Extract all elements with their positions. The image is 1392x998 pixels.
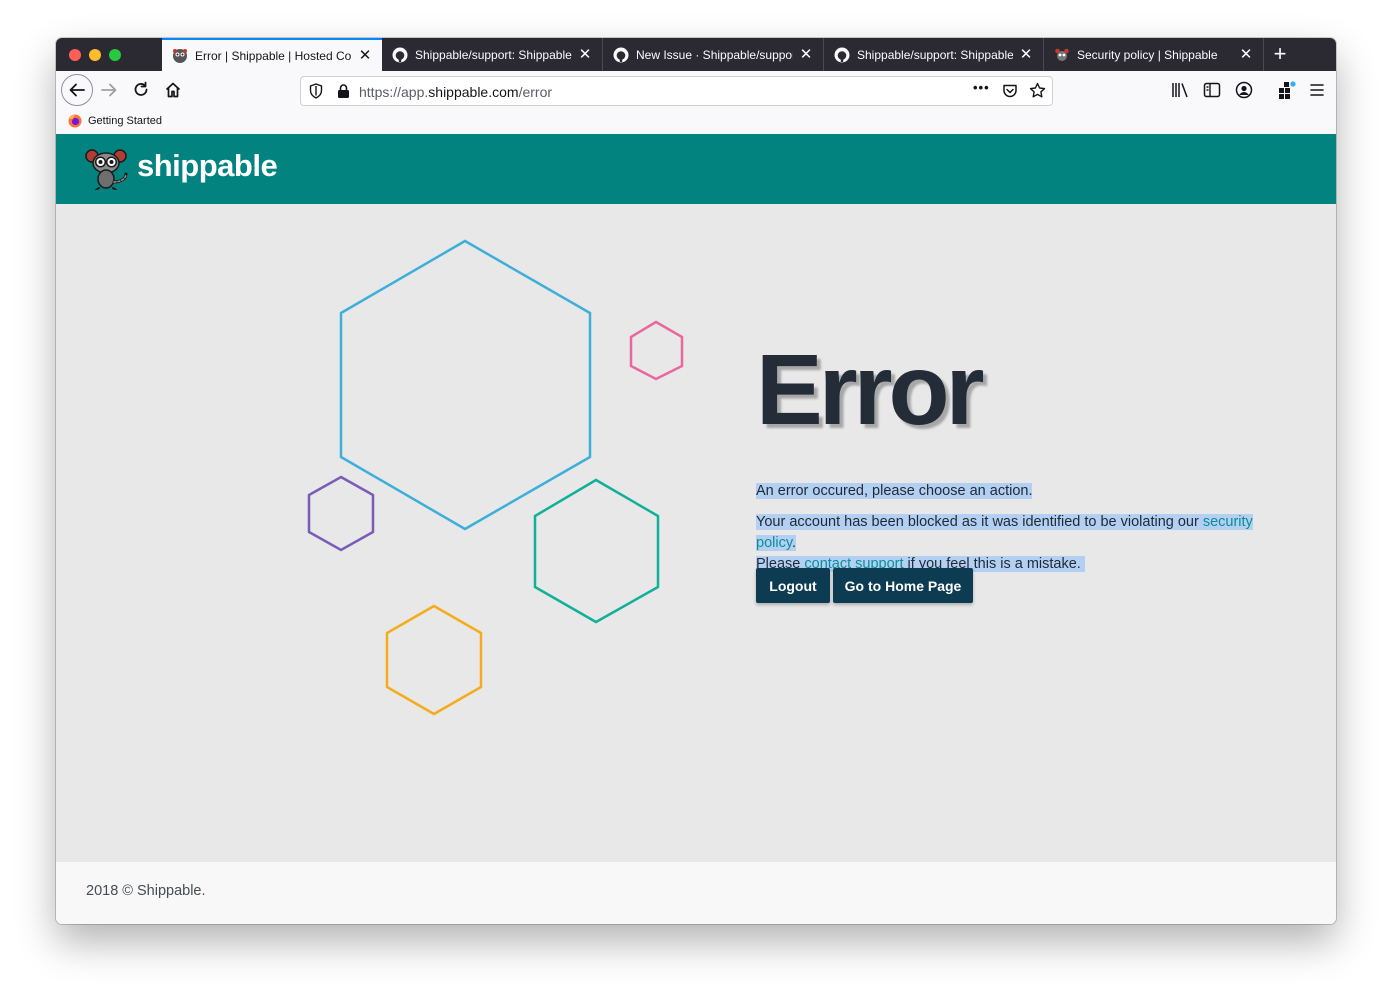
close-tab-icon[interactable]: ✕ xyxy=(358,48,372,63)
purple-hexagon xyxy=(307,475,375,552)
bookmark-getting-started[interactable]: Getting Started xyxy=(68,114,162,128)
new-tab-button[interactable]: + xyxy=(1264,38,1296,71)
hamburger-menu-icon[interactable] xyxy=(1309,82,1325,103)
library-icon[interactable] xyxy=(1171,82,1189,103)
orange-hexagon xyxy=(385,604,483,716)
logout-button[interactable]: Logout xyxy=(756,568,830,603)
navigation-toolbar: https://app.shippable.com/error ••• xyxy=(56,71,1336,111)
sidebar-icon[interactable] xyxy=(1203,82,1221,103)
back-arrow-icon xyxy=(69,83,85,97)
zoom-window-button[interactable] xyxy=(109,49,121,61)
blocked-message: Your account has been blocked as it was … xyxy=(756,514,1253,551)
tab-error-shippable[interactable]: Error | Shippable | Hosted Con ✕ xyxy=(162,38,382,71)
large-hexagon xyxy=(339,239,592,531)
back-button[interactable] xyxy=(61,74,93,106)
error-summary: An error occured, please choose an actio… xyxy=(756,481,1033,502)
reload-icon xyxy=(134,81,148,96)
forward-arrow-icon xyxy=(101,83,117,97)
bookmarks-toolbar: Getting Started xyxy=(56,111,1336,135)
tab-label: New Issue · Shippable/support xyxy=(636,47,793,62)
address-bar[interactable]: https://app.shippable.com/error ••• xyxy=(300,76,1053,106)
github-icon xyxy=(613,47,629,63)
tab-security-policy[interactable]: Security policy | Shippable ✕ xyxy=(1044,38,1264,71)
pocket-icon[interactable] xyxy=(1002,83,1018,104)
close-tab-icon[interactable]: ✕ xyxy=(578,47,592,62)
home-icon xyxy=(165,82,181,98)
bookmark-label: Getting Started xyxy=(88,115,162,127)
url-path: /error xyxy=(518,84,553,100)
github-icon xyxy=(834,47,850,63)
error-heading: Error xyxy=(756,334,985,446)
site-footer: 2018 © Shippable. xyxy=(56,862,1336,924)
firefox-icon xyxy=(68,114,82,128)
extensions-icon[interactable] xyxy=(1277,80,1297,105)
error-details: Your account has been blocked as it was … xyxy=(756,512,1281,575)
browser-window: Error | Shippable | Hosted Con ✕ Shippab… xyxy=(56,38,1336,924)
github-icon xyxy=(392,47,408,63)
close-tab-icon[interactable]: ✕ xyxy=(1239,47,1253,62)
pink-hexagon xyxy=(629,320,684,381)
shippable-favicon-icon xyxy=(172,48,188,64)
tracking-shield-icon[interactable] xyxy=(309,83,323,104)
error-content: Error An error occured, please choose an… xyxy=(56,204,1336,862)
page-actions-menu-icon[interactable]: ••• xyxy=(973,80,990,95)
error-summary-text: An error occured, please choose an actio… xyxy=(756,483,1033,499)
bookmark-star-icon[interactable] xyxy=(1029,82,1046,104)
tab-label: Error | Shippable | Hosted Con xyxy=(195,48,352,63)
home-button[interactable] xyxy=(161,78,185,102)
tab-github-support-2[interactable]: Shippable/support: Shippable ✕ xyxy=(824,38,1044,71)
url-host: shippable.com xyxy=(428,84,519,100)
brand-wordmark[interactable]: shippable xyxy=(137,148,278,184)
shippable-favicon-icon xyxy=(1054,47,1070,63)
lock-icon[interactable] xyxy=(337,83,350,104)
forward-button[interactable] xyxy=(97,78,121,102)
account-icon[interactable] xyxy=(1235,81,1253,104)
blocked-punct: . xyxy=(792,535,797,551)
tab-label: Security policy | Shippable xyxy=(1077,47,1218,62)
tab-github-support[interactable]: Shippable/support: Shippable ✕ xyxy=(382,38,603,71)
tab-strip: Error | Shippable | Hosted Con ✕ Shippab… xyxy=(56,38,1336,71)
site-header: shippable xyxy=(56,134,1336,204)
tab-label: Shippable/support: Shippable xyxy=(857,47,1013,62)
blocked-text: Your account has been blocked as it was … xyxy=(756,514,1203,530)
reload-button[interactable] xyxy=(129,78,153,102)
tab-label: Shippable/support: Shippable xyxy=(415,47,572,62)
close-window-button[interactable] xyxy=(69,49,81,61)
url-text[interactable]: https://app.shippable.com/error xyxy=(359,84,552,100)
minimize-window-button[interactable] xyxy=(89,49,101,61)
url-prefix: https://app. xyxy=(359,84,429,100)
close-tab-icon[interactable]: ✕ xyxy=(799,47,813,62)
close-tab-icon[interactable]: ✕ xyxy=(1019,47,1033,62)
copyright-text: 2018 © Shippable. xyxy=(86,883,206,899)
teal-hexagon xyxy=(533,478,660,624)
go-home-button[interactable]: Go to Home Page xyxy=(833,568,973,603)
shippable-mascot-logo[interactable] xyxy=(84,148,130,195)
tab-new-issue[interactable]: New Issue · Shippable/support ✕ xyxy=(603,38,824,71)
